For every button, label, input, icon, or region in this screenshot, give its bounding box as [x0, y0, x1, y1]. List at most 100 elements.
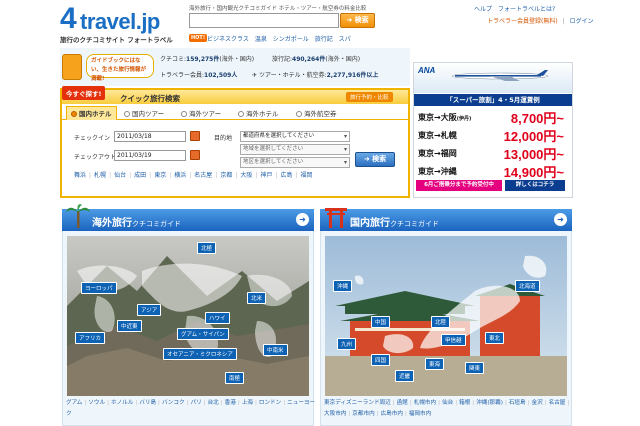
- city-link[interactable]: 仙台: [106, 172, 126, 179]
- tab-domestic-tour[interactable]: 国内ツアー: [124, 108, 164, 118]
- checkin-input[interactable]: 2011/03/18: [114, 131, 186, 142]
- search-button-label: 検索: [354, 16, 369, 24]
- compare-link[interactable]: 旅行予約・比較: [346, 92, 393, 102]
- region-tag[interactable]: 北極: [197, 242, 217, 254]
- city-link[interactable]: 大阪: [232, 172, 252, 179]
- domestic-photo-map[interactable]: 沖縄 北海道 中国 北陸 九州 甲信越 東北 四国 近畿 東海 関東: [325, 236, 567, 396]
- location-link[interactable]: ロンドン: [253, 400, 281, 406]
- quick-search-button[interactable]: ➜ 検索: [355, 152, 395, 167]
- hot-link[interactable]: ビジネスクラス: [207, 36, 249, 43]
- location-link[interactable]: 金沢: [526, 400, 543, 406]
- city-link[interactable]: 舞浜: [74, 172, 86, 179]
- location-link[interactable]: 函館: [391, 400, 408, 406]
- hot-link[interactable]: シンガポール: [273, 36, 309, 43]
- guide-subtitle-text: クチコミガイド: [132, 220, 181, 228]
- calendar-icon[interactable]: [190, 131, 200, 141]
- location-link[interactable]: 東京ディズニーランド周辺: [324, 400, 391, 406]
- location-link[interactable]: 仙台: [436, 400, 453, 406]
- arrow-right-icon[interactable]: ➜: [296, 213, 309, 226]
- location-link[interactable]: グアム: [66, 400, 82, 406]
- region-tag[interactable]: 中国: [371, 316, 391, 328]
- prefecture-select[interactable]: 都道府県を選択してください: [240, 131, 350, 142]
- region-tag[interactable]: 関東: [465, 362, 485, 374]
- location-link[interactable]: 札幌市内: [408, 400, 436, 406]
- overseas-photo-map[interactable]: 北極 ヨーロッパ アジア 北米 中近東 ハワイ グアム・サイパン アフリカ オセ…: [67, 236, 309, 396]
- overseas-guide-header[interactable]: 海外旅行クチコミガイド ➜: [62, 204, 314, 231]
- site-logo[interactable]: 4 travel.jp: [60, 4, 170, 34]
- location-link[interactable]: 福岡市内: [403, 411, 431, 417]
- ana-more-button[interactable]: 詳しくはコチラ: [505, 180, 565, 191]
- tab-overseas-tour[interactable]: 海外ツアー: [181, 108, 221, 118]
- location-link[interactable]: バリ島: [133, 400, 156, 406]
- region-tag[interactable]: ヨーロッパ: [81, 282, 117, 294]
- city-link[interactable]: 京都: [212, 172, 232, 179]
- hot-link[interactable]: 温泉: [255, 36, 267, 43]
- region-tag[interactable]: 九州: [337, 338, 357, 350]
- city-link[interactable]: 広島: [272, 172, 292, 179]
- region-tag[interactable]: 北海道: [515, 280, 540, 292]
- region-tag[interactable]: 東海: [425, 358, 445, 370]
- location-link[interactable]: バンコク: [156, 400, 185, 406]
- region-tag[interactable]: ハワイ: [205, 312, 230, 324]
- region-tag[interactable]: 甲信越: [441, 334, 466, 346]
- fare-row[interactable]: 東京→大阪(伊丹) 8,700円~: [416, 108, 570, 126]
- region-select[interactable]: 地域を選択してください: [240, 144, 350, 155]
- city-link[interactable]: 札幌: [86, 172, 106, 179]
- location-link[interactable]: 上海: [236, 400, 253, 406]
- checkout-input[interactable]: 2011/03/19: [114, 150, 186, 161]
- help-link[interactable]: ヘルプ: [474, 6, 492, 13]
- region-tag[interactable]: 近畿: [395, 370, 415, 382]
- tab-overseas-hotel[interactable]: 海外ホテル: [238, 108, 279, 118]
- region-tag[interactable]: 沖縄: [333, 280, 353, 292]
- city-link[interactable]: 東京: [146, 172, 166, 179]
- register-link[interactable]: トラベラー会員登録(無料): [487, 18, 558, 25]
- region-tag[interactable]: オセアニア・ミクロネシア: [163, 348, 237, 360]
- hot-link[interactable]: スパ: [339, 36, 351, 43]
- search-input[interactable]: [189, 13, 339, 28]
- location-link[interactable]: 香港: [219, 400, 236, 406]
- hot-links: ビジネスクラス 温泉 シンガポール 旅行記 スパ: [207, 34, 355, 43]
- hot-link[interactable]: 旅行記: [315, 36, 333, 43]
- login-link[interactable]: ログイン: [570, 18, 594, 25]
- location-link[interactable]: ソウル: [82, 400, 105, 406]
- fare-route: 東京→大阪(伊丹): [418, 112, 471, 123]
- city-link[interactable]: 神戸: [252, 172, 272, 179]
- location-link[interactable]: 広島市内: [375, 411, 403, 417]
- location-link[interactable]: 箱根: [453, 400, 470, 406]
- location-link[interactable]: 京都市内: [346, 411, 374, 417]
- city-link[interactable]: 名古屋: [186, 172, 212, 179]
- region-tag[interactable]: グアム・サイパン: [177, 328, 229, 340]
- fare-row[interactable]: 東京→沖縄 14,900円~: [416, 162, 570, 180]
- stat-tours: ✈ ツアー・ホテル・航空券:2,277,916件以上: [252, 70, 378, 79]
- region-tag[interactable]: アジア: [137, 304, 162, 316]
- tab-domestic-hotel[interactable]: 国内ホテル: [66, 106, 117, 120]
- domestic-guide-header[interactable]: 国内旅行クチコミガイド ➜: [320, 208, 572, 231]
- fare-row[interactable]: 東京→福岡 13,000円~: [416, 144, 570, 162]
- city-link[interactable]: 横浜: [166, 172, 186, 179]
- fare-row[interactable]: 東京→札幌 12,000円~: [416, 126, 570, 144]
- about-link[interactable]: フォートラベルとは?: [498, 6, 555, 13]
- search-button[interactable]: ➜ 検索: [340, 13, 375, 28]
- radio-icon: [181, 111, 187, 117]
- region-tag[interactable]: 北陸: [431, 316, 451, 328]
- location-link[interactable]: 名古屋: [543, 400, 566, 406]
- ana-note: 6月ご搭乗分まで予約受付中: [416, 180, 502, 191]
- calendar-icon[interactable]: [190, 150, 200, 160]
- region-tag[interactable]: 中近東: [117, 320, 142, 332]
- region-tag[interactable]: 南極: [225, 372, 245, 384]
- district-select[interactable]: 地区を選択してください: [240, 157, 350, 168]
- arrow-right-icon[interactable]: ➜: [554, 213, 567, 226]
- location-link[interactable]: 石垣島: [503, 400, 526, 406]
- city-link[interactable]: 成田: [126, 172, 146, 179]
- tab-overseas-flight[interactable]: 海外航空券: [296, 108, 337, 118]
- region-tag[interactable]: アフリカ: [75, 332, 106, 344]
- city-link[interactable]: 福岡: [292, 172, 312, 179]
- region-tag[interactable]: 中南米: [263, 344, 288, 356]
- region-tag[interactable]: 北米: [247, 292, 267, 304]
- region-tag[interactable]: 四国: [371, 354, 391, 366]
- location-link[interactable]: 台北: [202, 400, 219, 406]
- region-tag[interactable]: 東北: [485, 332, 505, 344]
- location-link[interactable]: パリ: [185, 400, 202, 406]
- location-link[interactable]: ホノルル: [105, 400, 133, 406]
- location-link[interactable]: 沖縄(那覇): [470, 400, 503, 406]
